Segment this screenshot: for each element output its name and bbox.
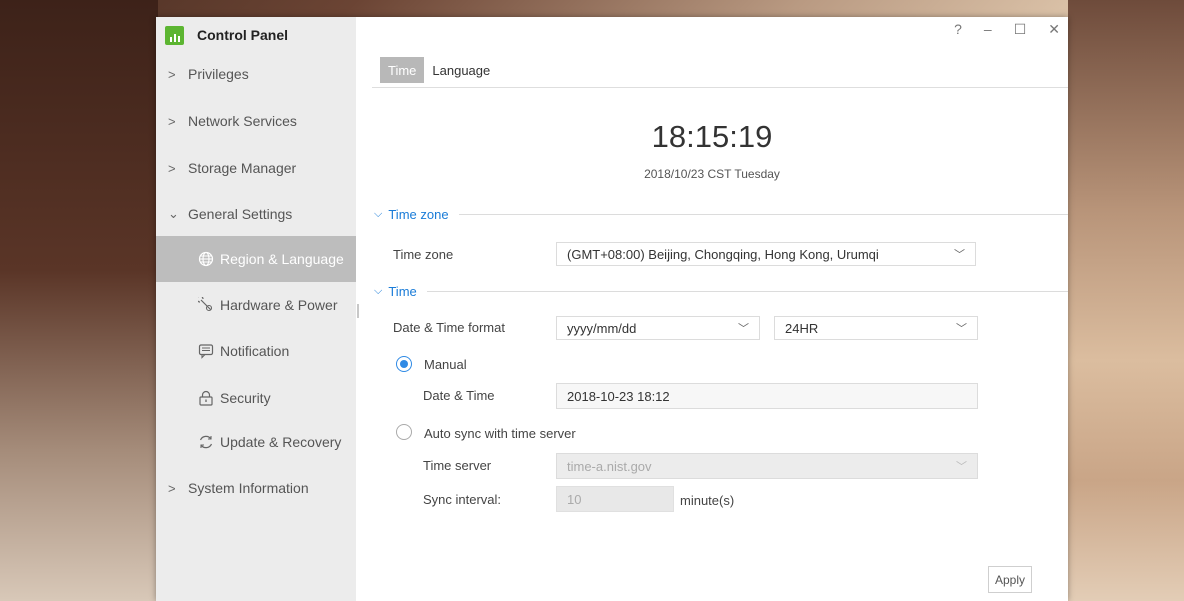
desktop-background-left xyxy=(0,0,158,601)
sidebar-item-label: Notification xyxy=(220,343,290,359)
sidebar-item-region-language[interactable]: Region & Language xyxy=(156,236,356,282)
chevron-down-icon: ⌵ xyxy=(374,207,383,220)
chevron-right-icon: > xyxy=(168,113,176,129)
chevron-right-icon: > xyxy=(168,480,176,496)
sidebar-item-network-services[interactable]: > Network Services xyxy=(156,98,356,144)
minimize-button[interactable]: – xyxy=(984,21,992,38)
tab-time[interactable]: Time xyxy=(380,57,425,83)
sync-interval-label: Sync interval: xyxy=(423,492,502,507)
refresh-icon xyxy=(196,433,216,451)
sidebar-item-system-information[interactable]: > System Information xyxy=(156,465,356,511)
chevron-down-icon: ﹀ xyxy=(956,461,967,473)
sidebar-item-privileges[interactable]: > Privileges xyxy=(156,51,356,97)
chevron-down-icon: ﹀ xyxy=(954,249,965,261)
sidebar-item-notification[interactable]: Notification xyxy=(156,328,356,374)
chevron-down-icon: ⌄ xyxy=(168,206,179,221)
current-date: 2018/10/23 CST Tuesday xyxy=(644,167,780,181)
time-server-select[interactable]: time-a.nist.gov ﹀ xyxy=(556,453,978,479)
auto-sync-label: Auto sync with time server xyxy=(424,426,576,441)
hour-format-value: 24HR xyxy=(785,320,819,336)
section-title: Time xyxy=(388,283,417,299)
sidebar-item-general-settings[interactable]: ⌄ General Settings xyxy=(156,191,356,237)
section-time-zone[interactable]: ⌵ Time zone xyxy=(374,206,1068,222)
section-divider xyxy=(426,290,1068,292)
maximize-button[interactable]: ☐ xyxy=(1014,21,1027,38)
datetime-input[interactable]: 2018-10-23 18:12 xyxy=(556,383,978,409)
sync-interval-input[interactable]: 10 xyxy=(556,486,674,512)
date-format-select[interactable]: yyyy/mm/dd ﹀ xyxy=(556,316,760,340)
chevron-down-icon: ﹀ xyxy=(738,323,749,335)
current-time: 18:15:19 xyxy=(651,119,773,154)
sidebar-item-label: Update & Recovery xyxy=(220,434,342,450)
time-server-value: time-a.nist.gov xyxy=(567,458,652,474)
manual-radio[interactable] xyxy=(396,356,412,372)
sidebar-header: Control Panel xyxy=(156,17,356,53)
time-server-label: Time server xyxy=(423,458,492,473)
main-panel: ? – ☐ ✕ Time Language 18:15:19 2018/10/2… xyxy=(356,17,1068,601)
auto-sync-radio[interactable] xyxy=(396,424,412,440)
sync-interval-unit: minute(s) xyxy=(680,493,735,508)
sidebar-item-label: Hardware & Power xyxy=(220,297,338,313)
control-panel-logo-icon xyxy=(165,25,184,45)
datetime-format-label: Date & Time format xyxy=(393,320,505,335)
sidebar-item-security[interactable]: Security xyxy=(156,375,356,421)
close-button[interactable]: ✕ xyxy=(1048,21,1060,38)
globe-icon xyxy=(196,250,216,268)
sidebar-item-label: Storage Manager xyxy=(188,160,297,176)
timezone-value: (GMT+08:00) Beijing, Chongqing, Hong Kon… xyxy=(567,246,879,262)
desktop-background-right xyxy=(1068,0,1184,601)
chevron-right-icon: > xyxy=(168,66,176,82)
date-format-value: yyyy/mm/dd xyxy=(567,320,637,336)
section-divider xyxy=(458,213,1068,215)
apply-button[interactable]: Apply xyxy=(988,566,1032,593)
app-title: Control Panel xyxy=(197,27,289,43)
chevron-down-icon: ﹀ xyxy=(956,323,967,335)
datetime-label: Date & Time xyxy=(423,388,495,403)
sidebar-item-update-recovery[interactable]: Update & Recovery xyxy=(156,419,356,465)
sidebar-item-label: Network Services xyxy=(188,113,297,129)
lock-icon xyxy=(196,389,216,407)
sidebar-item-label: Security xyxy=(220,390,271,406)
sidebar-item-label: Region & Language xyxy=(220,251,344,267)
section-time[interactable]: ⌵ Time xyxy=(374,283,1068,299)
chevron-down-icon: ⌵ xyxy=(374,284,383,297)
timezone-select[interactable]: (GMT+08:00) Beijing, Chongqing, Hong Kon… xyxy=(556,242,976,266)
hour-format-select[interactable]: 24HR ﹀ xyxy=(774,316,978,340)
wrench-icon xyxy=(196,296,216,314)
help-button[interactable]: ? xyxy=(954,21,962,38)
control-panel-window: Control Panel > Privileges > Network Ser… xyxy=(156,17,1068,601)
sidebar-item-label: General Settings xyxy=(188,206,293,222)
chevron-right-icon: > xyxy=(168,160,176,176)
tab-language[interactable]: Language xyxy=(424,57,498,83)
message-icon xyxy=(196,342,216,360)
sidebar: Control Panel > Privileges > Network Ser… xyxy=(156,17,356,601)
sidebar-item-label: System Information xyxy=(188,480,309,496)
window-controls: ? – ☐ ✕ xyxy=(954,21,1060,38)
sidebar-item-storage-manager[interactable]: > Storage Manager xyxy=(156,145,356,191)
sidebar-item-hardware-power[interactable]: Hardware & Power xyxy=(156,282,356,328)
section-title: Time zone xyxy=(388,206,449,222)
manual-label: Manual xyxy=(424,357,467,372)
tab-bar: Time Language xyxy=(380,57,498,83)
timezone-label: Time zone xyxy=(393,247,454,262)
sidebar-item-label: Privileges xyxy=(188,66,249,82)
tab-divider xyxy=(372,87,1068,88)
